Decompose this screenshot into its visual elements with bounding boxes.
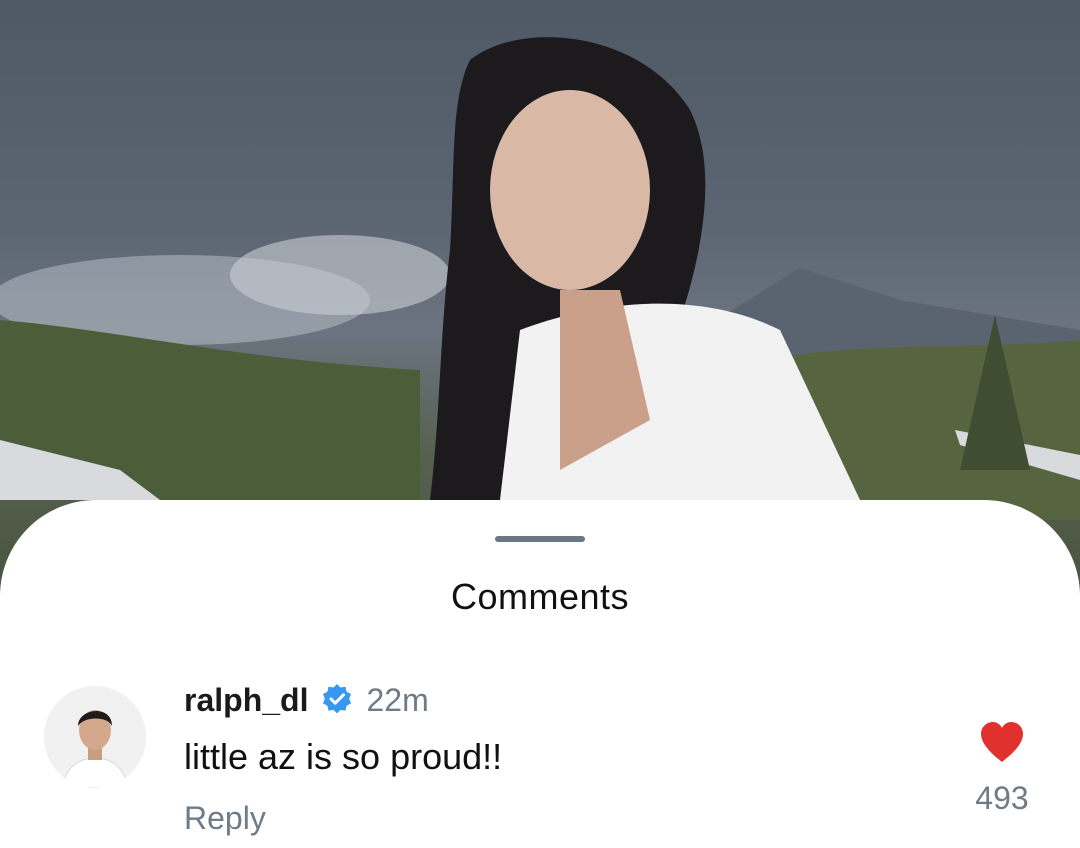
like-count: 493 <box>975 780 1029 816</box>
comments-sheet: Comments ralph_dl 22m little az is so pr… <box>0 500 1080 848</box>
like-area: 493 <box>960 720 1044 817</box>
comments-screen: Comments ralph_dl 22m little az is so pr… <box>0 0 1080 848</box>
comment-text: little az is so proud!! <box>184 736 503 777</box>
verified-badge-icon <box>320 683 354 717</box>
drag-handle[interactable] <box>495 536 585 542</box>
heart-icon[interactable] <box>978 720 1026 764</box>
comment-timestamp: 22m <box>366 681 429 718</box>
avatar[interactable] <box>44 686 146 788</box>
comment-body: ralph_dl 22m little az is so proud!! Rep… <box>184 680 502 837</box>
comment-meta: ralph_dl 22m <box>184 680 502 720</box>
comment-username[interactable]: ralph_dl <box>184 682 308 719</box>
comment-item: ralph_dl 22m little az is so proud!! Rep… <box>0 680 1080 848</box>
avatar-image <box>44 686 146 788</box>
reply-button[interactable]: Reply <box>184 800 502 837</box>
sheet-title: Comments <box>450 576 630 617</box>
